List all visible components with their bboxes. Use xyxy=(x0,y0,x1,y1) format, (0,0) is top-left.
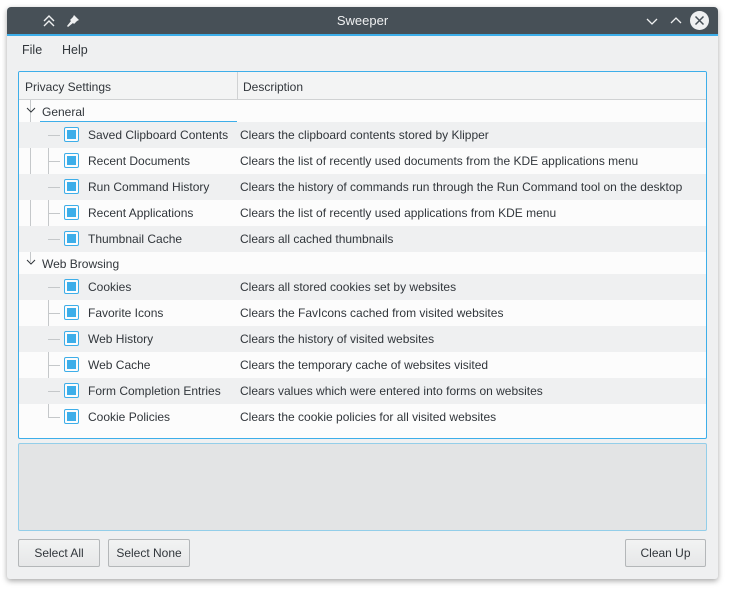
group-label: Web Browsing xyxy=(42,257,120,271)
tree-branch-line xyxy=(48,287,60,288)
tree-row[interactable]: Cookies Clears all stored cookies set by… xyxy=(19,274,706,300)
item-description: Clears the list of recently used documen… xyxy=(240,154,639,168)
tree-row[interactable]: Run Command History Clears the history o… xyxy=(19,174,706,200)
tree-branch-line xyxy=(48,135,60,136)
checkbox[interactable] xyxy=(64,331,79,346)
checkbox[interactable] xyxy=(64,127,79,142)
menu-file[interactable]: File xyxy=(22,43,42,57)
tree-row[interactable]: Web Cache Clears the temporary cache of … xyxy=(19,352,706,378)
item-description: Clears the cookie policies for all visit… xyxy=(240,410,497,424)
select-all-button[interactable]: Select All xyxy=(18,539,100,567)
tree-branch-line xyxy=(48,239,60,240)
tree-row[interactable]: Recent Applications Clears the list of r… xyxy=(19,200,706,226)
group-label: General xyxy=(42,105,85,119)
minimize-icon[interactable] xyxy=(643,12,661,30)
tree-branch-line xyxy=(48,391,60,392)
menu-help[interactable]: Help xyxy=(62,43,88,57)
menu-bar: File Help xyxy=(7,36,718,64)
checkbox[interactable] xyxy=(64,409,79,424)
item-description: Clears the FavIcons cached from visited … xyxy=(240,306,504,320)
status-panel xyxy=(18,443,707,531)
tree-branch-line xyxy=(48,161,60,162)
tree-group-web-browsing[interactable]: Web Browsing xyxy=(19,252,706,274)
item-name: Favorite Icons xyxy=(88,306,164,320)
tree-row[interactable]: Saved Clipboard Contents Clears the clip… xyxy=(19,122,706,148)
item-description: Clears the history of commands run throu… xyxy=(240,180,683,194)
checkbox[interactable] xyxy=(64,231,79,246)
item-name: Run Command History xyxy=(88,180,210,194)
chevron-down-icon[interactable] xyxy=(25,256,37,268)
checkbox[interactable] xyxy=(64,205,79,220)
item-description: Clears values which were entered into fo… xyxy=(240,384,543,398)
tree-branch-line xyxy=(48,313,60,314)
tree-row[interactable]: Thumbnail Cache Clears all cached thumbn… xyxy=(19,226,706,252)
column-header-description[interactable]: Description xyxy=(243,80,303,94)
item-description: Clears the temporary cache of websites v… xyxy=(240,358,489,372)
tree-branch-line xyxy=(48,213,60,214)
item-description: Clears the clipboard contents stored by … xyxy=(240,128,489,142)
select-none-button[interactable]: Select None xyxy=(108,539,190,567)
item-name: Cookies xyxy=(88,280,132,294)
item-name: Web History xyxy=(88,332,154,346)
item-description: Clears all cached thumbnails xyxy=(240,232,394,246)
item-description: Clears all stored cookies set by website… xyxy=(240,280,457,294)
tree-row[interactable]: Cookie Policies Clears the cookie polici… xyxy=(19,404,706,430)
checkbox[interactable] xyxy=(64,279,79,294)
maximize-icon[interactable] xyxy=(667,12,685,30)
tree-group-general[interactable]: General xyxy=(19,100,706,122)
checkbox[interactable] xyxy=(64,305,79,320)
item-name: Form Completion Entries xyxy=(88,384,221,398)
item-description: Clears the history of visited websites xyxy=(240,332,435,346)
sweeper-window: Sweeper File Help Privacy Settings Descr… xyxy=(7,7,718,579)
tree-branch-line xyxy=(48,187,60,188)
column-divider[interactable] xyxy=(237,72,238,99)
tree-row[interactable]: Form Completion Entries Clears values wh… xyxy=(19,378,706,404)
tree-header: Privacy Settings Description xyxy=(19,72,706,100)
item-name: Recent Documents xyxy=(88,154,191,168)
item-name: Thumbnail Cache xyxy=(88,232,183,246)
privacy-settings-tree[interactable]: Privacy Settings Description General Sav… xyxy=(18,71,707,439)
close-icon[interactable] xyxy=(690,11,709,30)
item-name: Web Cache xyxy=(88,358,151,372)
clean-up-button[interactable]: Clean Up xyxy=(625,539,706,567)
checkbox[interactable] xyxy=(64,179,79,194)
item-name: Saved Clipboard Contents xyxy=(88,128,229,142)
chevron-down-icon[interactable] xyxy=(25,104,37,116)
tree-row[interactable]: Favorite Icons Clears the FavIcons cache… xyxy=(19,300,706,326)
checkbox[interactable] xyxy=(64,153,79,168)
item-name: Recent Applications xyxy=(88,206,194,220)
window-title: Sweeper xyxy=(336,13,389,28)
checkbox[interactable] xyxy=(64,383,79,398)
column-header-privacy-settings[interactable]: Privacy Settings xyxy=(25,80,111,94)
tree-branch-line xyxy=(48,365,60,366)
tree-branch-line xyxy=(48,417,60,418)
tree-row[interactable]: Recent Documents Clears the list of rece… xyxy=(19,148,706,174)
tree-row[interactable]: Web History Clears the history of visite… xyxy=(19,326,706,352)
tree-branch-line xyxy=(48,339,60,340)
title-bar[interactable]: Sweeper xyxy=(7,7,718,36)
checkbox[interactable] xyxy=(64,357,79,372)
item-description: Clears the list of recently used applica… xyxy=(240,206,557,220)
item-name: Cookie Policies xyxy=(88,410,171,424)
